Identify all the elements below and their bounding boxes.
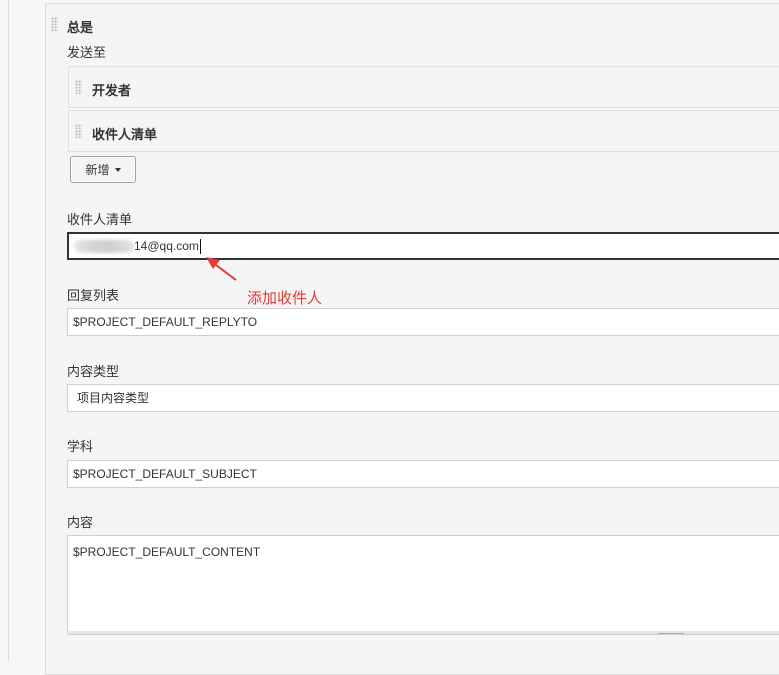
resize-handle[interactable] — [658, 633, 684, 634]
recipient-list-input[interactable]: 14@qq.com — [67, 232, 779, 260]
send-to-label: 发送至 — [67, 45, 107, 60]
section-title: 总是 — [67, 20, 94, 35]
drag-handle-icon[interactable] — [75, 124, 82, 138]
reply-to-label: 回复列表 — [67, 288, 120, 303]
subject-label: 学科 — [67, 439, 94, 454]
content-type-label: 内容类型 — [67, 364, 120, 379]
annotation-arrow-icon — [206, 257, 237, 281]
page-left-border — [8, 0, 9, 661]
recipient-list-value: 14@qq.com — [134, 239, 199, 253]
recipient-type-label: 收件人清单 — [92, 127, 158, 142]
content-label: 内容 — [67, 515, 94, 530]
drag-handle-icon[interactable] — [51, 17, 58, 31]
content-textarea[interactable]: $PROJECT_DEFAULT_CONTENT — [67, 535, 779, 635]
recipient-list-label: 收件人清单 — [67, 212, 133, 227]
redacted-text — [74, 240, 134, 254]
drag-handle-icon[interactable] — [75, 80, 82, 94]
content-type-select[interactable]: 项目内容类型 — [67, 384, 779, 412]
add-button-label: 新增 — [85, 163, 110, 177]
reply-to-input[interactable]: $PROJECT_DEFAULT_REPLYTO — [67, 308, 779, 336]
recipient-type-label: 开发者 — [92, 83, 132, 98]
add-button[interactable]: 新增 — [70, 156, 136, 183]
subject-input[interactable]: $PROJECT_DEFAULT_SUBJECT — [67, 460, 779, 488]
recipient-type-developers — [68, 66, 779, 108]
recipient-type-list — [68, 110, 779, 152]
annotation-text: 添加收件人 — [247, 290, 323, 307]
caret-down-icon — [114, 167, 121, 172]
